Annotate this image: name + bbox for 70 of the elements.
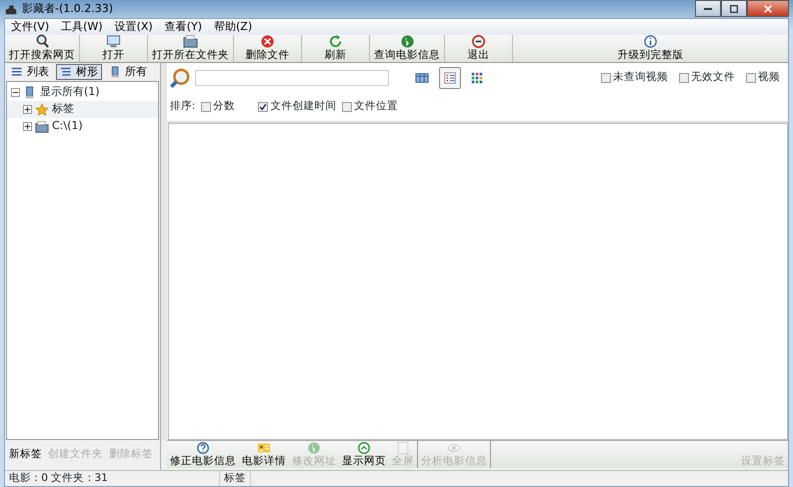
toolbar-button[interactable]: 打开所在文件夹 (148, 35, 234, 62)
tree-item[interactable]: C:\(1) (7, 118, 158, 135)
screen-icon (396, 441, 410, 455)
info-icon (643, 34, 658, 49)
tag-action-button[interactable]: 新标签 (9, 447, 42, 463)
toolbar-button[interactable]: 修正电影信息 (167, 441, 239, 468)
toolbar-button[interactable]: 显示网页 (339, 441, 389, 468)
tree-list-icon (60, 66, 73, 78)
toolbar-button[interactable]: 刷新 (302, 35, 370, 62)
menu-item[interactable]: 查看(Y) (158, 19, 208, 35)
globe-icon (307, 441, 321, 455)
minimize-button[interactable] (695, 0, 721, 17)
collapse-toggle[interactable] (11, 88, 20, 97)
menu-item[interactable]: 文件(V) (5, 19, 56, 35)
menu-item[interactable]: 帮助(Z) (208, 19, 258, 35)
close-icon (763, 4, 773, 14)
toolbar-button[interactable]: 删除文件 (234, 35, 302, 62)
help-icon (196, 441, 210, 455)
folder-icon (183, 34, 198, 49)
plus-icon (24, 123, 31, 130)
refresh-icon (328, 34, 343, 49)
id-card-icon (257, 441, 271, 455)
window-title: 影藏者-(1.0.2.33) (22, 0, 114, 17)
list-icon (11, 66, 24, 78)
minus-circle-icon (471, 34, 486, 49)
checkbox[interactable]: 文件创建时间 (258, 99, 336, 115)
plus-icon (24, 106, 31, 113)
search-field[interactable] (195, 70, 390, 86)
checkbox[interactable]: 未查询视频 (600, 70, 668, 86)
status-text: 标签 (220, 471, 251, 486)
expand-toggle[interactable] (23, 122, 32, 131)
toolbar-button[interactable]: 电影详情 (239, 441, 289, 468)
minimize-icon (703, 8, 713, 10)
maximize-button[interactable] (721, 0, 747, 17)
maximize-icon (729, 4, 739, 14)
status-text: 电影 : 0 文件夹 : 31 (5, 471, 220, 486)
toolbar-button[interactable]: 打开搜索网页 (5, 35, 80, 62)
checkbox[interactable]: 无效文件 (678, 70, 735, 86)
view-tab[interactable]: 树形 (56, 64, 102, 80)
toolbar-button[interactable]: 退出 (445, 35, 513, 62)
folder-icon (35, 120, 49, 134)
grid-view-icon (470, 71, 484, 85)
toolbar-button[interactable]: 升级到完整版 (513, 35, 788, 62)
sort-label: 排序: (170, 99, 196, 114)
view-tab[interactable]: 所有 (105, 64, 151, 80)
check-icon (259, 103, 268, 111)
star-icon (35, 102, 49, 116)
monitor-icon (106, 34, 121, 49)
details-view-icon (442, 71, 457, 85)
close-button[interactable] (747, 0, 789, 17)
up-circle-icon (357, 441, 371, 455)
view-tab[interactable]: 列表 (7, 64, 53, 80)
checkbox[interactable]: 文件位置 (342, 99, 398, 115)
tree-item[interactable]: 标签 (7, 101, 158, 118)
magnifier-icon (34, 34, 50, 49)
magnifier-icon (170, 68, 190, 88)
table-view-icon (415, 71, 430, 85)
toolbar-button[interactable]: 查询电影信息 (370, 35, 445, 62)
tree-item[interactable]: 显示所有(1) (7, 84, 158, 101)
checkbox[interactable]: 分数 (200, 99, 235, 115)
menu-item[interactable]: 工具(W) (55, 19, 109, 35)
computer-icon (109, 66, 122, 78)
globe-icon (400, 34, 414, 49)
minus-icon (12, 89, 19, 96)
expand-toggle[interactable] (23, 105, 32, 114)
menu-item[interactable]: 设置(X) (108, 19, 159, 35)
delete-icon (260, 34, 275, 49)
toolbar-button[interactable]: 打开 (80, 35, 148, 62)
view-mode-button[interactable] (438, 67, 461, 89)
checkbox[interactable]: 视频 (746, 70, 780, 86)
